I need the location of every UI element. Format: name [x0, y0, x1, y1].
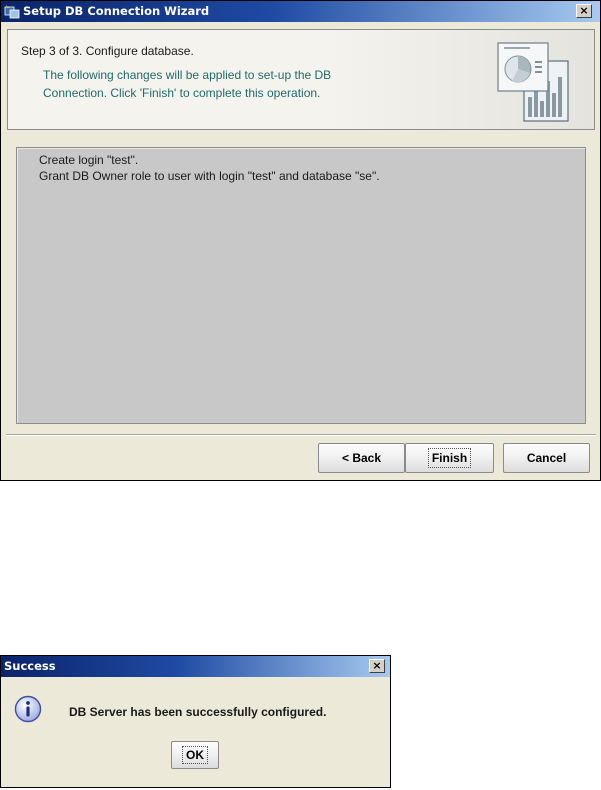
step-label: Step 3 of 3. Configure database. — [21, 44, 194, 58]
wizard-titlebar[interactable]: Setup DB Connection Wizard × — [1, 1, 600, 22]
ok-button[interactable]: OK — [171, 741, 219, 769]
step-description: The following changes will be applied to… — [43, 68, 332, 100]
wizard-header-panel: Step 3 of 3. Configure database. The fol… — [7, 29, 595, 130]
info-icon — [14, 695, 42, 723]
finish-button[interactable]: Finish — [405, 443, 494, 473]
list-item: Grant DB Owner role to user with login "… — [39, 169, 380, 183]
wizard-window: Setup DB Connection Wizard × Step 3 of 3… — [0, 0, 601, 481]
ok-button-label: OK — [182, 746, 208, 764]
changes-list[interactable]: Create login "test". Grant DB Owner role… — [16, 147, 586, 424]
back-button[interactable]: < Back — [318, 443, 405, 473]
success-message: DB Server has been successfully configur… — [69, 705, 327, 719]
list-item: Create login "test". — [39, 153, 139, 167]
wizard-app-icon — [4, 5, 20, 19]
wizard-close-button[interactable]: × — [576, 4, 592, 18]
button-separator — [6, 434, 596, 436]
success-close-button[interactable]: × — [369, 659, 385, 673]
success-dialog: Success × DB Server has been successfull… — [0, 655, 391, 788]
cancel-button[interactable]: Cancel — [503, 443, 590, 473]
wizard-title: Setup DB Connection Wizard — [23, 4, 210, 18]
success-titlebar[interactable]: Success × — [1, 656, 390, 677]
success-title: Success — [4, 659, 56, 673]
chart-report-graphic — [497, 42, 569, 122]
finish-button-label: Finish — [427, 448, 472, 468]
